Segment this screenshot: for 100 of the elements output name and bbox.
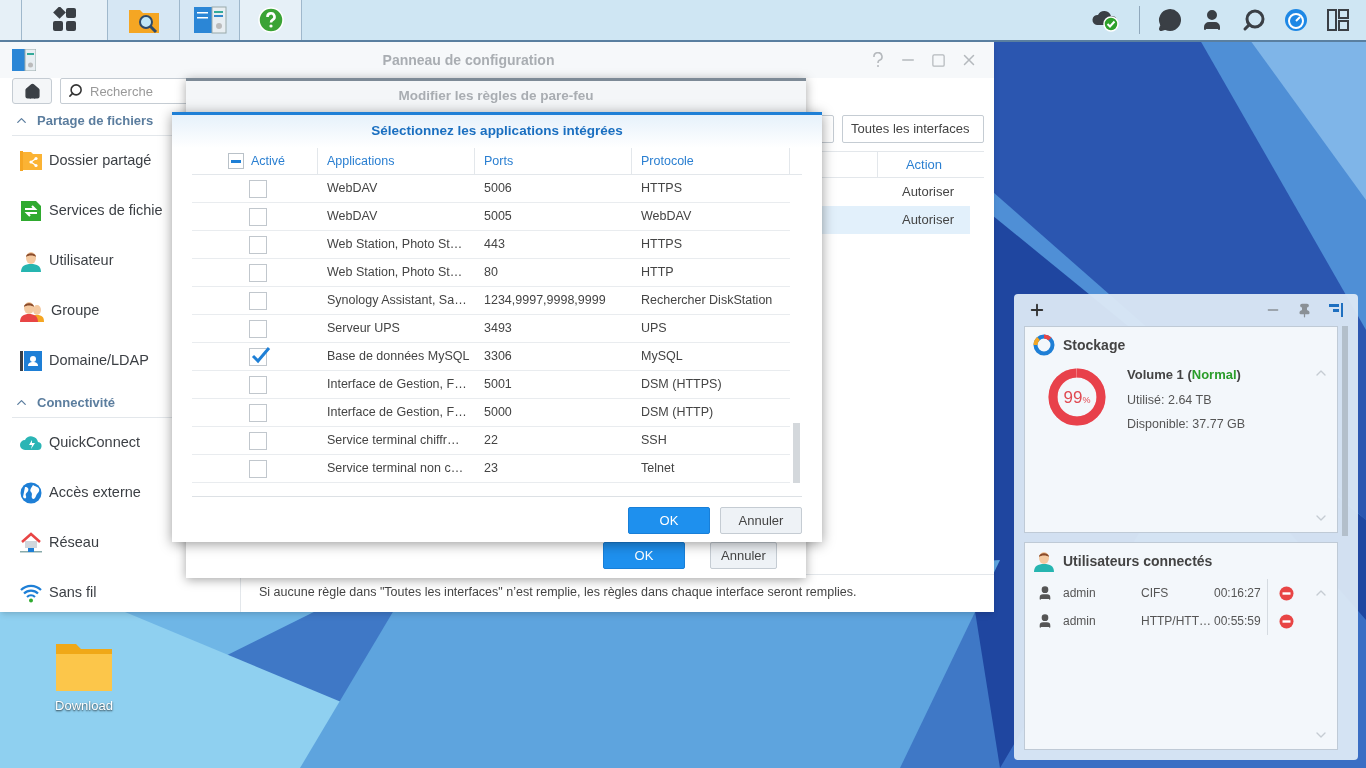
- table-cell-text: Rechercher DiskStation: [640, 292, 774, 310]
- scrollbar[interactable]: [1342, 326, 1348, 536]
- shared-folder-icon: [20, 150, 42, 172]
- table-cell-text: 5006: [483, 180, 513, 198]
- column-header[interactable]: Ports: [484, 151, 514, 171]
- person-icon: [1037, 585, 1053, 601]
- checkbox[interactable]: [249, 319, 267, 338]
- table-cell-text: MySQL: [640, 348, 684, 366]
- table-row[interactable]: Interface de Gestion, F… 5001 DSM (HTTPS): [192, 371, 790, 399]
- table-cell-text: 443: [483, 236, 506, 254]
- session-time: 00:55:59: [1214, 613, 1261, 630]
- collapse-panel-icon[interactable]: [1328, 302, 1344, 318]
- column-header[interactable]: Protocole: [641, 151, 694, 171]
- help-icon[interactable]: [871, 52, 885, 68]
- scrollbar[interactable]: [792, 423, 800, 483]
- add-icon[interactable]: [1028, 301, 1046, 319]
- pin-icon[interactable]: [1297, 302, 1312, 318]
- main-menu-icon[interactable]: [22, 0, 108, 40]
- file-station-button[interactable]: [108, 0, 180, 40]
- gauge-icon[interactable]: [1284, 8, 1308, 32]
- home-button[interactable]: [12, 78, 52, 104]
- table-cell-text: Web Station, Photo St…: [326, 236, 464, 254]
- table-cell-text: HTTP: [640, 264, 675, 282]
- checkbox[interactable]: [249, 263, 267, 282]
- table-cell-text: 5000: [483, 404, 513, 422]
- widget-title: Utilisateurs connectés: [1063, 551, 1213, 571]
- taskbar-segment: [0, 0, 22, 40]
- file-services-icon: [20, 200, 42, 222]
- layout-icon[interactable]: [1326, 8, 1350, 32]
- checkbox[interactable]: [249, 179, 267, 198]
- maximize-icon[interactable]: [931, 52, 946, 68]
- checkbox[interactable]: [249, 403, 267, 422]
- table-row[interactable]: Service terminal chiffr… 22 SSH: [192, 427, 790, 455]
- checkbox[interactable]: [249, 431, 267, 450]
- grid-icon: [51, 7, 78, 33]
- table-row[interactable]: WebDAV 5005 WebDAV: [192, 203, 790, 231]
- wifi-icon: [20, 583, 42, 603]
- table-cell-text: WebDAV: [326, 208, 379, 226]
- session-time: 00:16:27: [1214, 585, 1261, 602]
- table-cell-text: 1234,9997,9998,9999: [483, 292, 607, 310]
- disconnect-icon[interactable]: [1278, 613, 1294, 629]
- table-cell-text: Synology Assistant, Sa…: [326, 292, 468, 310]
- checkbox[interactable]: [249, 347, 267, 366]
- search-icon[interactable]: [1242, 8, 1266, 32]
- interface-dropdown[interactable]: Toutes les interfaces: [842, 115, 984, 143]
- section-title: Connectivité: [37, 393, 115, 412]
- table-cell-text: 3306: [483, 348, 513, 366]
- note-text: Si aucune règle dans "Toutes les interfaces" n’est remplie, les règles dans chaque interface seront remplies.: [259, 584, 857, 601]
- checkbox[interactable]: [249, 375, 267, 394]
- table-cell-text: 5001: [483, 376, 513, 394]
- home-icon: [23, 82, 41, 100]
- table-row[interactable]: Web Station, Photo St… 80 HTTP: [192, 259, 790, 287]
- table-row[interactable]: Service terminal non c… 23 Telnet: [192, 455, 790, 483]
- table-cell-text: 3493: [483, 320, 513, 338]
- cancel-button[interactable]: Annuler: [710, 542, 777, 569]
- sidebar-item[interactable]: Sans fil: [12, 568, 240, 612]
- person-icon: [1037, 613, 1053, 629]
- user-icon: [1033, 550, 1055, 572]
- table-cell-text: Interface de Gestion, F…: [326, 404, 468, 422]
- table-cell-text: Telnet: [640, 460, 676, 478]
- table-cell-text: UPS: [640, 320, 668, 338]
- table-cell-text: 5005: [483, 208, 513, 226]
- table-cell-text: Service terminal non c…: [326, 460, 465, 478]
- globe-icon: [20, 482, 42, 504]
- table-row[interactable]: Interface de Gestion, F… 5000 DSM (HTTP): [192, 399, 790, 427]
- table-cell-text: WebDAV: [326, 180, 379, 198]
- widget-title: Stockage: [1063, 335, 1126, 355]
- help-button[interactable]: [240, 0, 302, 40]
- checkbox[interactable]: [249, 459, 267, 478]
- checkbox[interactable]: [249, 291, 267, 310]
- column-header[interactable]: Applications: [327, 151, 395, 171]
- table-cell-text: Base de données MySQL: [326, 348, 471, 366]
- select-all-checkbox[interactable]: [228, 153, 244, 169]
- control-panel-button[interactable]: [180, 0, 240, 40]
- table-row[interactable]: Synology Assistant, Sa… 1234,9997,9998,9999 Rechercher DiskStation: [192, 287, 790, 315]
- checkbox[interactable]: [249, 207, 267, 226]
- cancel-button[interactable]: Annuler: [720, 507, 802, 534]
- disconnect-icon[interactable]: [1278, 585, 1294, 601]
- table-row[interactable]: WebDAV 5006 HTTPS: [192, 175, 790, 203]
- used-text: Utilisé: 2.64 TB: [1127, 391, 1213, 409]
- table-row[interactable]: Base de données MySQL 3306 MySQL: [192, 343, 790, 371]
- table-row[interactable]: Web Station, Photo St… 443 HTTPS: [192, 231, 790, 259]
- session-user: admin: [1063, 613, 1097, 630]
- table-cell-text: 22: [483, 432, 499, 450]
- sidebar-item[interactable]: Réseau: [12, 518, 240, 568]
- chat-icon[interactable]: [1158, 8, 1182, 32]
- section-title: Partage de fichiers: [37, 111, 154, 130]
- session-protocol: CIFS: [1141, 585, 1170, 602]
- table-cell-text: HTTPS: [640, 236, 683, 254]
- column-header[interactable]: Action: [877, 152, 970, 177]
- dialog-title: Modifier les règles de pare-feu: [398, 87, 594, 106]
- table-cell-text: Interface de Gestion, F…: [326, 376, 468, 394]
- window-title: Panneau de configuration: [381, 50, 556, 70]
- checkbox[interactable]: [249, 235, 267, 254]
- table-cell-text: HTTPS: [640, 180, 683, 198]
- check-icon: [251, 345, 271, 364]
- table-row[interactable]: Serveur UPS 3493 UPS: [192, 315, 790, 343]
- table-cell-text: 80: [483, 264, 499, 282]
- column-header[interactable]: Activé: [251, 151, 286, 171]
- control-panel-icon: [192, 6, 227, 34]
